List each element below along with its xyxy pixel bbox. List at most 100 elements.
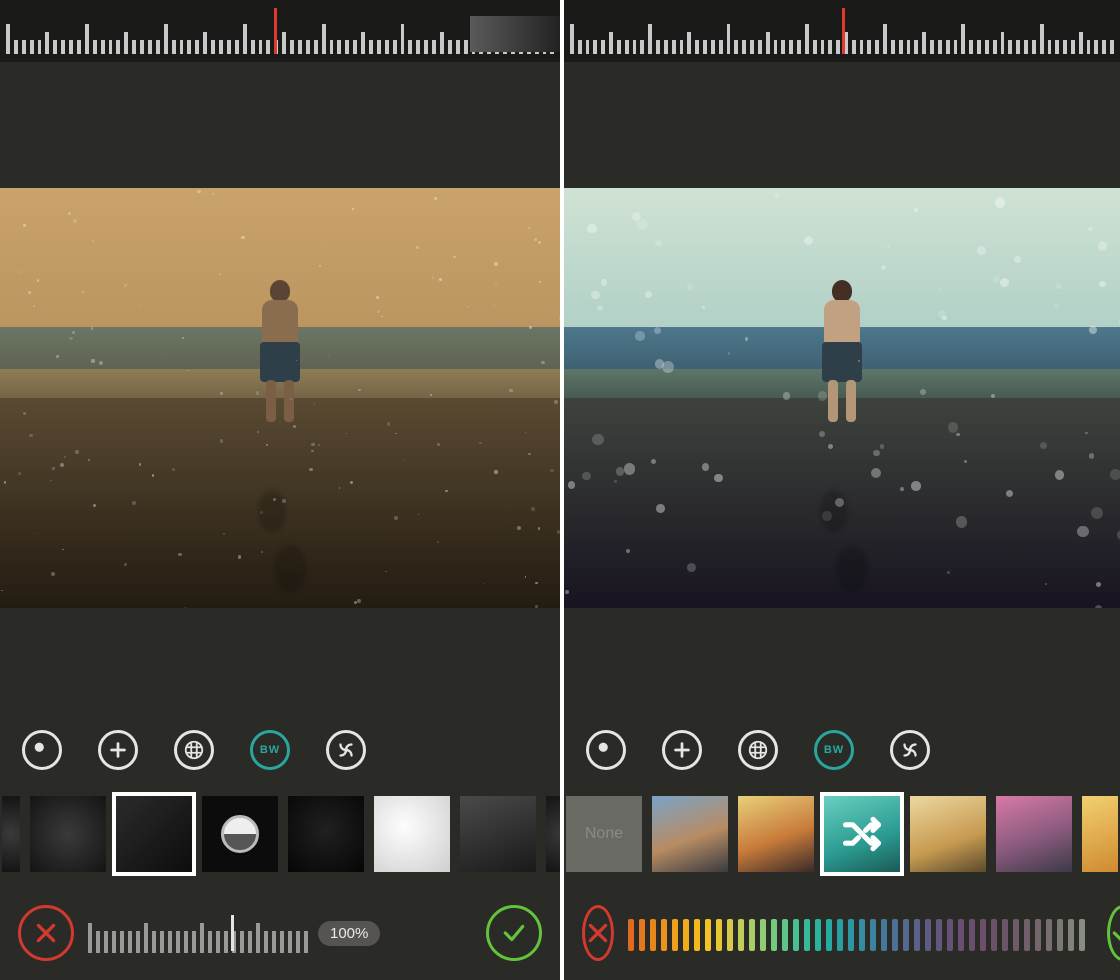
gradient-thumbnails: None [564, 790, 1120, 878]
ruler-shade [470, 16, 560, 52]
subject-boy [812, 280, 872, 430]
spectrum-tick [749, 919, 755, 951]
texture-7[interactable] [544, 794, 560, 874]
cancel-button[interactable] [582, 905, 614, 961]
spectrum-tick [947, 919, 953, 951]
vignette-tool[interactable] [586, 730, 626, 770]
editor-pane-right: BW None [564, 0, 1120, 980]
spectrum-tick [1035, 919, 1041, 951]
swirl-tool[interactable] [326, 730, 366, 770]
grid-icon [183, 739, 205, 761]
plus-icon [107, 739, 129, 761]
gradient-4[interactable] [908, 794, 988, 874]
gradient-none[interactable]: None [564, 794, 644, 874]
spectrum-tick [1046, 919, 1052, 951]
spectrum-tick [837, 919, 843, 951]
texture-3[interactable] [200, 794, 280, 874]
gradient-1[interactable] [650, 794, 730, 874]
color-spectrum-slider[interactable] [628, 915, 1093, 951]
gradient-6[interactable] [1080, 794, 1120, 874]
grid-tool[interactable] [738, 730, 778, 770]
spectrum-tick [936, 919, 942, 951]
circle-dot-icon [31, 739, 53, 761]
texture-1[interactable] [28, 794, 108, 874]
spectrum-tick [661, 919, 667, 951]
spectrum-tick [815, 919, 821, 951]
ruler-marker[interactable] [842, 8, 845, 54]
bottom-bar [564, 892, 1120, 980]
add-tool[interactable] [662, 730, 702, 770]
tool-row: BW [564, 722, 1120, 778]
spectrum-tick [804, 919, 810, 951]
spectrum-tick [1013, 919, 1019, 951]
plus-icon [671, 739, 693, 761]
spectrum-tick [903, 919, 909, 951]
spectrum-tick [793, 919, 799, 951]
spectrum-tick [628, 919, 634, 951]
spectrum-tick [991, 919, 997, 951]
spectrum-tick [1068, 919, 1074, 951]
editor-pane-left: BW 100% [0, 0, 560, 980]
spectrum-tick [727, 919, 733, 951]
texture-6[interactable] [458, 794, 538, 874]
spectrum-tick [969, 919, 975, 951]
add-tool[interactable] [98, 730, 138, 770]
spectrum-tick [980, 919, 986, 951]
spectrum-tick [683, 919, 689, 951]
spectrum-tick [859, 919, 865, 951]
texture-4[interactable] [286, 794, 366, 874]
spectrum-tick [881, 919, 887, 951]
spectrum-tick [848, 919, 854, 951]
texture-0[interactable] [0, 794, 22, 874]
confirm-button[interactable] [486, 905, 542, 961]
vignette-tool[interactable] [22, 730, 62, 770]
gradient-shuffle[interactable] [822, 794, 902, 874]
spectrum-tick [925, 919, 931, 951]
none-label: None [566, 796, 642, 872]
preview-image[interactable] [564, 188, 1120, 608]
spectrum-tick [782, 919, 788, 951]
spectrum-tick [870, 919, 876, 951]
spectrum-tick [760, 919, 766, 951]
spectrum-tick [771, 919, 777, 951]
spectrum-tick [826, 919, 832, 951]
shuffle-icon [824, 796, 900, 872]
spectrum-tick [892, 919, 898, 951]
spectrum-tick [1057, 919, 1063, 951]
intensity-cursor[interactable] [231, 915, 234, 951]
gradient-2[interactable] [736, 794, 816, 874]
spectrum-tick [738, 919, 744, 951]
gradient-5[interactable] [994, 794, 1074, 874]
bw-tool[interactable]: BW [814, 730, 854, 770]
spectrum-tick [914, 919, 920, 951]
spectrum-tick [705, 919, 711, 951]
bw-tool[interactable]: BW [250, 730, 290, 770]
subject-boy [250, 280, 310, 430]
cancel-button[interactable] [18, 905, 74, 961]
texture-5[interactable] [372, 794, 452, 874]
grid-icon [747, 739, 769, 761]
spectrum-tick [694, 919, 700, 951]
spectrum-tick [639, 919, 645, 951]
swirl-icon [335, 739, 357, 761]
grid-tool[interactable] [174, 730, 214, 770]
spectrum-tick [1024, 919, 1030, 951]
bottom-bar: 100% [0, 892, 560, 980]
preview-image[interactable] [0, 188, 560, 608]
spectrum-tick [716, 919, 722, 951]
intensity-value: 100% [318, 921, 380, 946]
spectrum-tick [1079, 919, 1085, 951]
ruler-marker[interactable] [274, 8, 277, 54]
texture-thumbnails [0, 790, 560, 878]
confirm-button[interactable] [1107, 905, 1120, 961]
spectrum-tick [672, 919, 678, 951]
top-ruler[interactable] [0, 0, 560, 62]
spectrum-tick [1002, 919, 1008, 951]
spectrum-tick [650, 919, 656, 951]
circle-dot-icon [595, 739, 617, 761]
intensity-slider[interactable] [88, 913, 318, 953]
spectrum-tick [958, 919, 964, 951]
swirl-tool[interactable] [890, 730, 930, 770]
top-ruler[interactable] [564, 0, 1120, 62]
texture-2[interactable] [114, 794, 194, 874]
